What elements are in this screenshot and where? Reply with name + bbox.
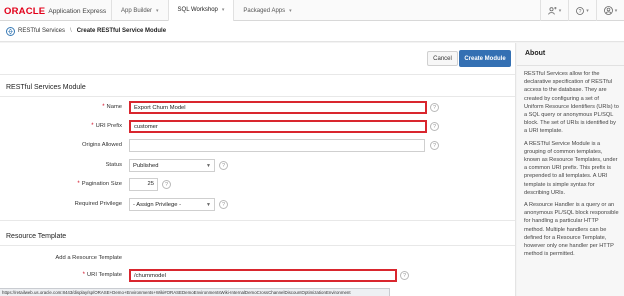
chevron-down-icon: ▼: [206, 162, 211, 169]
uri-template-label: * URI Template: [82, 272, 122, 278]
required-marker: *: [102, 104, 105, 110]
about-panel: About RESTful Services allow for the dec…: [517, 43, 624, 296]
uri-prefix-row: * URI Prefix customer ?: [0, 120, 515, 135]
help-icon[interactable]: ?: [430, 141, 439, 150]
pagination-size-label: * Pagination Size: [77, 181, 122, 187]
tab-label: Packaged Apps: [243, 7, 286, 14]
tab-sql-workshop[interactable]: SQL Workshop ▾: [167, 0, 234, 22]
status-select[interactable]: Published ▼: [129, 159, 215, 172]
tab-label: App Builder: [121, 7, 153, 14]
required-marker: *: [77, 181, 80, 187]
required-marker: *: [91, 123, 94, 129]
resource-template-region-title: Resource Template: [6, 233, 67, 240]
help-icon[interactable]: ?: [430, 122, 439, 131]
region-divider: [0, 245, 515, 246]
pagination-size-row: * Pagination Size 25 ?: [0, 178, 515, 193]
chevron-down-icon: ▾: [614, 7, 618, 14]
globe-icon: [6, 26, 15, 36]
name-row: * Name Export Churn Model ?: [0, 101, 515, 116]
chevron-down-icon: ▼: [206, 201, 211, 208]
required-marker: *: [82, 272, 85, 278]
origins-allowed-input[interactable]: [129, 139, 425, 152]
uri-template-input[interactable]: /churnmodel: [129, 269, 397, 282]
required-privilege-select[interactable]: - Assign Privilege - ▼: [129, 198, 215, 211]
name-label: * Name: [102, 104, 122, 110]
help-icon[interactable]: ?: [162, 180, 171, 189]
tab-packaged-apps[interactable]: Packaged Apps ▾: [233, 0, 300, 21]
breadcrumb-separator: \: [70, 28, 72, 34]
browser-status-url: https://retailweb.us.oracle.com:8443/dis…: [0, 288, 390, 296]
help-icon[interactable]: ?: [430, 103, 439, 112]
oracle-logo-text: ORACLE: [4, 5, 46, 17]
about-divider: [517, 65, 624, 66]
users-icon: [547, 6, 557, 15]
status-label: Status: [105, 162, 122, 168]
status-select-value: Published: [133, 162, 159, 169]
region-divider: [0, 220, 515, 221]
help-icon[interactable]: ?: [400, 271, 409, 280]
svg-text:?: ?: [579, 8, 582, 14]
top-navigation-bar: ORACLE Application Express App Builder ▾…: [0, 0, 624, 22]
user-menu[interactable]: ▾: [596, 0, 624, 21]
about-paragraph: A Resource Handler is a query or an anon…: [524, 202, 619, 258]
tab-app-builder[interactable]: App Builder ▾: [111, 0, 168, 21]
about-paragraph: A RESTful Service Module is a grouping o…: [524, 140, 618, 196]
chevron-down-icon: ▾: [221, 7, 225, 13]
help-icon[interactable]: ?: [219, 161, 228, 170]
user-avatar-icon: [603, 6, 613, 15]
oracle-apex-logo[interactable]: ORACLE Application Express: [4, 5, 106, 17]
required-privilege-label: Required Privilege: [74, 201, 122, 207]
required-privilege-value: - Assign Privilege -: [133, 201, 182, 208]
region-divider: [0, 96, 515, 97]
cancel-button[interactable]: Cancel: [427, 51, 458, 66]
uri-prefix-input[interactable]: customer: [129, 120, 427, 133]
about-paragraph: RESTful Services allow for the declarati…: [524, 71, 619, 135]
pagination-size-input[interactable]: 25: [129, 178, 158, 191]
origins-allowed-label: Origins Allowed: [82, 142, 122, 148]
main-tabs: App Builder ▾ SQL Workshop ▾ Packaged Ap…: [111, 0, 301, 22]
help-menu[interactable]: ? ▾: [568, 0, 596, 21]
tab-label: SQL Workshop: [177, 7, 218, 13]
name-input[interactable]: Export Churn Model: [129, 101, 427, 114]
help-icon[interactable]: ?: [219, 200, 228, 209]
create-module-button[interactable]: Create Module: [459, 50, 511, 67]
add-resource-template-label: Add a Resource Template: [55, 255, 122, 261]
main-content: Cancel Create Module RESTful Services Mo…: [0, 43, 516, 296]
breadcrumb: RESTful Services \ Create RESTful Servic…: [0, 21, 624, 42]
product-name: Application Express: [48, 7, 107, 15]
breadcrumb-restful-services-link[interactable]: RESTful Services: [18, 28, 65, 34]
chevron-down-icon: ▾: [586, 7, 589, 14]
add-resource-template-row: Add a Resource Template: [0, 252, 515, 267]
uri-prefix-label: * URI Prefix: [91, 123, 122, 129]
chevron-down-icon: ▾: [289, 7, 292, 14]
admin-users-menu[interactable]: ▾: [540, 0, 568, 21]
chevron-down-icon: ▾: [558, 7, 562, 14]
chevron-down-icon: ▾: [156, 7, 159, 14]
about-body: RESTful Services allow for the declarati…: [524, 70, 620, 262]
origins-allowed-row: Origins Allowed ?: [0, 139, 515, 154]
uri-template-row: * URI Template /churnmodel ?: [0, 269, 515, 284]
about-title: About: [525, 50, 546, 57]
help-circle-icon: ?: [576, 6, 585, 15]
status-row: Status Published ▼ ?: [0, 159, 515, 174]
required-privilege-row: Required Privilege - Assign Privilege - …: [0, 198, 515, 213]
top-right-icons: ▾ ? ▾ ▾: [540, 0, 624, 21]
button-bar: Cancel Create Module: [0, 43, 515, 75]
page-title: Create RESTful Service Module: [76, 28, 167, 34]
module-region-title: RESTful Services Module: [6, 84, 86, 91]
